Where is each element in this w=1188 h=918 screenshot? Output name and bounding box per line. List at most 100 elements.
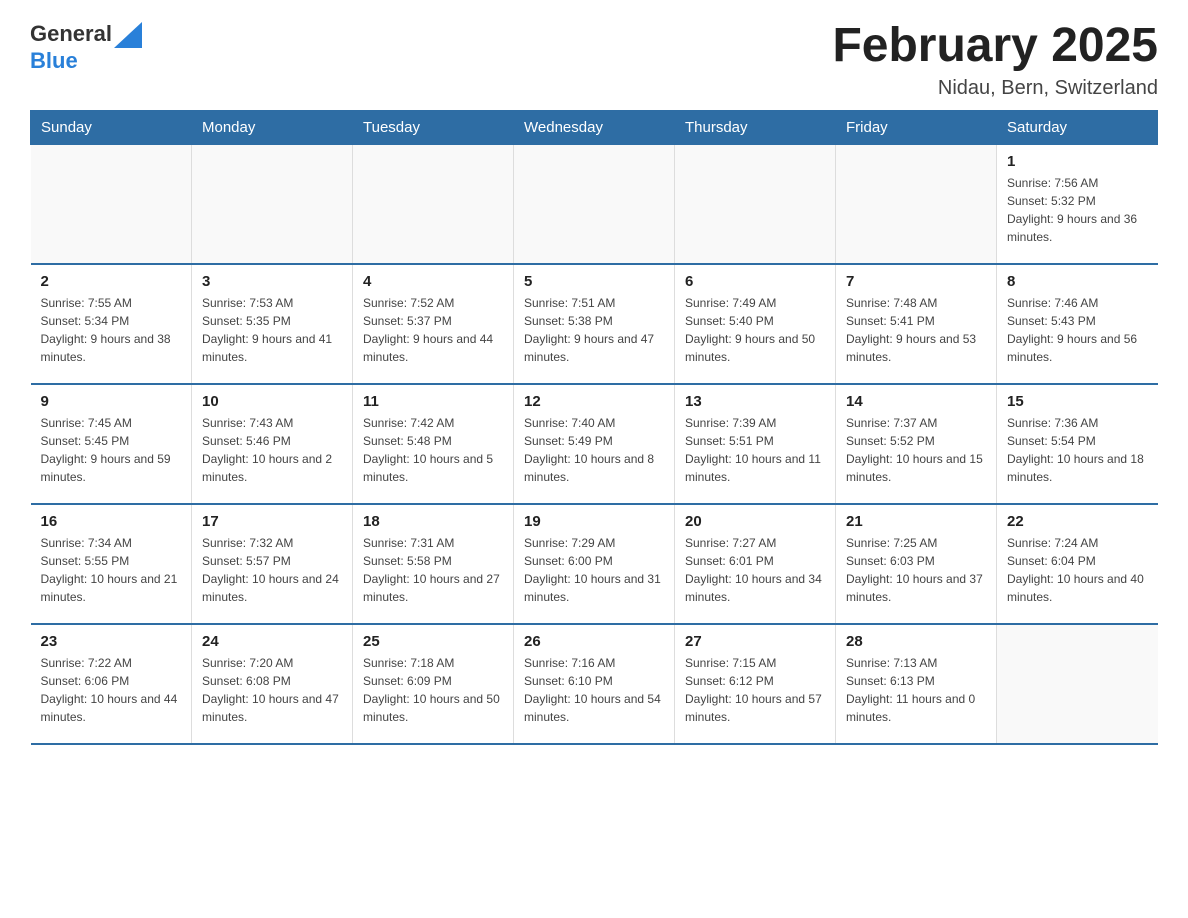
day-number: 4 (363, 273, 503, 290)
logo-general-text: General (30, 21, 112, 47)
calendar-cell: 27 Sunrise: 7:15 AM Sunset: 6:12 PM Dayli… (675, 624, 836, 744)
day-info: Sunrise: 7:52 AM Sunset: 5:37 PM Dayligh… (363, 294, 503, 366)
day-number: 9 (41, 393, 182, 410)
day-info: Sunrise: 7:15 AM Sunset: 6:12 PM Dayligh… (685, 654, 825, 726)
calendar-cell: 23 Sunrise: 7:22 AM Sunset: 6:06 PM Dayli… (31, 624, 192, 744)
day-info: Sunrise: 7:39 AM Sunset: 5:51 PM Dayligh… (685, 414, 825, 486)
day-info: Sunrise: 7:25 AM Sunset: 6:03 PM Dayligh… (846, 534, 986, 606)
weekday-header-wednesday: Wednesday (514, 110, 675, 144)
day-number: 12 (524, 393, 664, 410)
calendar-table: SundayMondayTuesdayWednesdayThursdayFrid… (30, 110, 1158, 746)
calendar-cell (353, 144, 514, 264)
calendar-cell: 21 Sunrise: 7:25 AM Sunset: 6:03 PM Dayli… (836, 504, 997, 624)
day-info: Sunrise: 7:18 AM Sunset: 6:09 PM Dayligh… (363, 654, 503, 726)
day-number: 7 (846, 273, 986, 290)
day-info: Sunrise: 7:31 AM Sunset: 5:58 PM Dayligh… (363, 534, 503, 606)
calendar-week-row: 2 Sunrise: 7:55 AM Sunset: 5:34 PM Daylig… (31, 264, 1158, 384)
month-title: February 2025 (832, 20, 1158, 73)
day-number: 5 (524, 273, 664, 290)
calendar-cell: 20 Sunrise: 7:27 AM Sunset: 6:01 PM Dayli… (675, 504, 836, 624)
day-info: Sunrise: 7:16 AM Sunset: 6:10 PM Dayligh… (524, 654, 664, 726)
day-number: 2 (41, 273, 182, 290)
calendar-cell: 25 Sunrise: 7:18 AM Sunset: 6:09 PM Dayli… (353, 624, 514, 744)
day-number: 22 (1007, 513, 1148, 530)
calendar-cell: 22Sunrise: 7:24 AM Sunset: 6:04 PM Dayli… (997, 504, 1158, 624)
title-section: February 2025 Nidau, Bern, Switzerland (832, 20, 1158, 100)
calendar-week-row: 16Sunrise: 7:34 AM Sunset: 5:55 PM Dayli… (31, 504, 1158, 624)
logo: General Blue (30, 20, 142, 74)
calendar-cell: 5 Sunrise: 7:51 AM Sunset: 5:38 PM Daylig… (514, 264, 675, 384)
day-info: Sunrise: 7:53 AM Sunset: 5:35 PM Dayligh… (202, 294, 342, 366)
day-info: Sunrise: 7:37 AM Sunset: 5:52 PM Dayligh… (846, 414, 986, 486)
calendar-cell: 1 Sunrise: 7:56 AM Sunset: 5:32 PM Daylig… (997, 144, 1158, 264)
calendar-cell (514, 144, 675, 264)
day-number: 8 (1007, 273, 1148, 290)
calendar-cell: 9 Sunrise: 7:45 AM Sunset: 5:45 PM Daylig… (31, 384, 192, 504)
calendar-cell (997, 624, 1158, 744)
day-info: Sunrise: 7:40 AM Sunset: 5:49 PM Dayligh… (524, 414, 664, 486)
calendar-cell: 4 Sunrise: 7:52 AM Sunset: 5:37 PM Daylig… (353, 264, 514, 384)
calendar-cell: 13 Sunrise: 7:39 AM Sunset: 5:51 PM Dayli… (675, 384, 836, 504)
calendar-cell: 19 Sunrise: 7:29 AM Sunset: 6:00 PM Dayli… (514, 504, 675, 624)
weekday-header-row: SundayMondayTuesdayWednesdayThursdayFrid… (31, 110, 1158, 144)
day-number: 1 (1007, 153, 1148, 170)
weekday-header-friday: Friday (836, 110, 997, 144)
calendar-cell: 14 Sunrise: 7:37 AM Sunset: 5:52 PM Dayli… (836, 384, 997, 504)
day-info: Sunrise: 7:29 AM Sunset: 6:00 PM Dayligh… (524, 534, 664, 606)
day-info: Sunrise: 7:46 AM Sunset: 5:43 PM Dayligh… (1007, 294, 1148, 366)
day-number: 20 (685, 513, 825, 530)
day-number: 21 (846, 513, 986, 530)
logo-blue-text: Blue (30, 48, 78, 73)
day-number: 19 (524, 513, 664, 530)
day-info: Sunrise: 7:42 AM Sunset: 5:48 PM Dayligh… (363, 414, 503, 486)
calendar-cell: 12 Sunrise: 7:40 AM Sunset: 5:49 PM Dayli… (514, 384, 675, 504)
day-info: Sunrise: 7:56 AM Sunset: 5:32 PM Dayligh… (1007, 174, 1148, 246)
day-info: Sunrise: 7:48 AM Sunset: 5:41 PM Dayligh… (846, 294, 986, 366)
day-number: 28 (846, 633, 986, 650)
calendar-cell: 26Sunrise: 7:16 AM Sunset: 6:10 PM Dayli… (514, 624, 675, 744)
day-info: Sunrise: 7:55 AM Sunset: 5:34 PM Dayligh… (41, 294, 182, 366)
weekday-header-sunday: Sunday (31, 110, 192, 144)
calendar-body: 1 Sunrise: 7:56 AM Sunset: 5:32 PM Daylig… (31, 144, 1158, 744)
day-number: 14 (846, 393, 986, 410)
day-number: 27 (685, 633, 825, 650)
day-number: 3 (202, 273, 342, 290)
calendar-cell: 2 Sunrise: 7:55 AM Sunset: 5:34 PM Daylig… (31, 264, 192, 384)
weekday-header-monday: Monday (192, 110, 353, 144)
day-info: Sunrise: 7:32 AM Sunset: 5:57 PM Dayligh… (202, 534, 342, 606)
day-number: 10 (202, 393, 342, 410)
weekday-header-tuesday: Tuesday (353, 110, 514, 144)
calendar-cell: 24Sunrise: 7:20 AM Sunset: 6:08 PM Dayli… (192, 624, 353, 744)
logo-triangle-icon (114, 22, 142, 48)
day-number: 25 (363, 633, 503, 650)
day-info: Sunrise: 7:51 AM Sunset: 5:38 PM Dayligh… (524, 294, 664, 366)
page-header: General Blue February 2025 Nidau, Bern, … (30, 20, 1158, 100)
calendar-cell: 3 Sunrise: 7:53 AM Sunset: 5:35 PM Daylig… (192, 264, 353, 384)
day-number: 23 (41, 633, 182, 650)
calendar-week-row: 23 Sunrise: 7:22 AM Sunset: 6:06 PM Dayli… (31, 624, 1158, 744)
day-number: 18 (363, 513, 503, 530)
calendar-header: SundayMondayTuesdayWednesdayThursdayFrid… (31, 110, 1158, 144)
day-number: 15 (1007, 393, 1148, 410)
day-number: 11 (363, 393, 503, 410)
day-info: Sunrise: 7:22 AM Sunset: 6:06 PM Dayligh… (41, 654, 182, 726)
calendar-cell (675, 144, 836, 264)
calendar-cell: 11 Sunrise: 7:42 AM Sunset: 5:48 PM Dayli… (353, 384, 514, 504)
weekday-header-saturday: Saturday (997, 110, 1158, 144)
calendar-cell: 8 Sunrise: 7:46 AM Sunset: 5:43 PM Daylig… (997, 264, 1158, 384)
day-info: Sunrise: 7:20 AM Sunset: 6:08 PM Dayligh… (202, 654, 342, 726)
calendar-cell: 16Sunrise: 7:34 AM Sunset: 5:55 PM Dayli… (31, 504, 192, 624)
day-number: 16 (41, 513, 182, 530)
day-info: Sunrise: 7:27 AM Sunset: 6:01 PM Dayligh… (685, 534, 825, 606)
day-number: 13 (685, 393, 825, 410)
calendar-cell: 18 Sunrise: 7:31 AM Sunset: 5:58 PM Dayli… (353, 504, 514, 624)
day-info: Sunrise: 7:43 AM Sunset: 5:46 PM Dayligh… (202, 414, 342, 486)
location-subtitle: Nidau, Bern, Switzerland (832, 77, 1158, 100)
calendar-cell: 6Sunrise: 7:49 AM Sunset: 5:40 PM Daylig… (675, 264, 836, 384)
calendar-cell (836, 144, 997, 264)
day-number: 6 (685, 273, 825, 290)
day-info: Sunrise: 7:45 AM Sunset: 5:45 PM Dayligh… (41, 414, 182, 486)
calendar-cell: 28Sunrise: 7:13 AM Sunset: 6:13 PM Dayli… (836, 624, 997, 744)
calendar-cell: 10 Sunrise: 7:43 AM Sunset: 5:46 PM Dayli… (192, 384, 353, 504)
calendar-cell: 15Sunrise: 7:36 AM Sunset: 5:54 PM Dayli… (997, 384, 1158, 504)
